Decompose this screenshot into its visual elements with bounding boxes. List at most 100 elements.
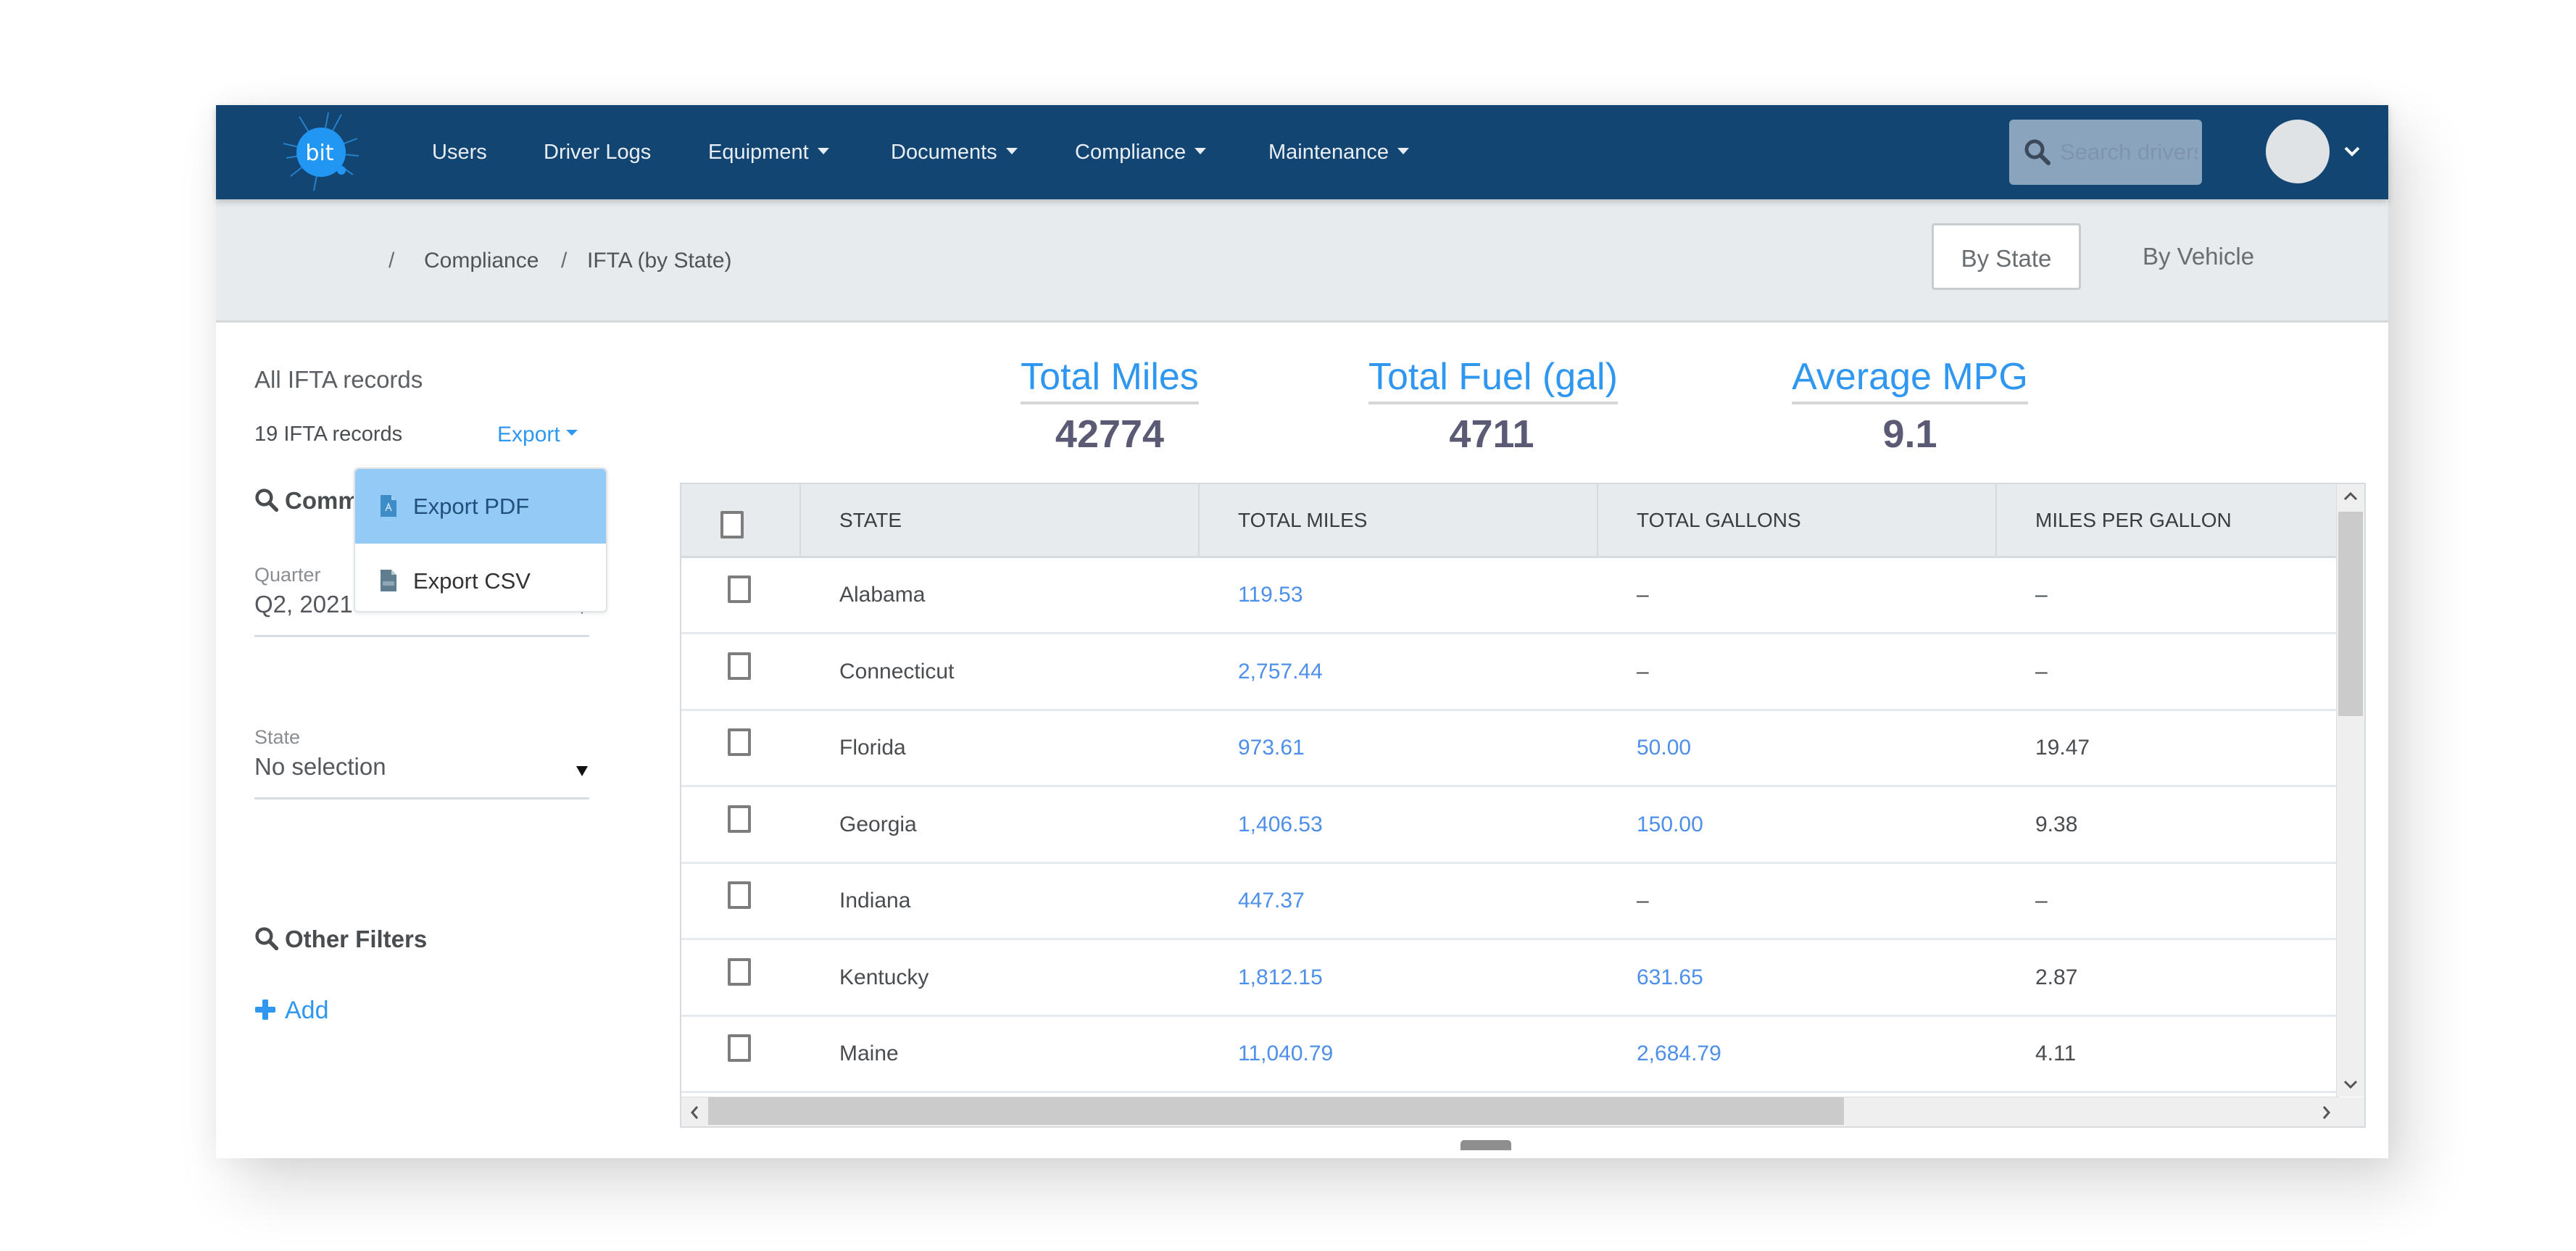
cell-total-gallons[interactable]: 150.00 — [1637, 788, 1703, 862]
cell-total-miles[interactable]: 1,812.15 — [1238, 941, 1323, 1015]
bit-logo[interactable]: bit — [278, 111, 365, 194]
row-checkbox[interactable] — [728, 957, 751, 986]
cell-total-miles[interactable]: 11,040.79 — [1238, 1017, 1333, 1091]
plus-icon — [255, 999, 275, 1021]
cell-total-gallons: – — [1637, 583, 1649, 607]
nav-compliance[interactable]: Compliance — [1075, 105, 1207, 199]
row-checkbox[interactable] — [728, 1034, 751, 1062]
caret-down-icon — [1194, 147, 1207, 154]
row-checkbox[interactable] — [728, 805, 751, 833]
nav-users-label: Users — [432, 141, 487, 164]
scroll-left-icon[interactable] — [690, 1105, 699, 1120]
stat-value: 42774 — [1055, 412, 1165, 456]
nav-documents[interactable]: Documents — [891, 105, 1018, 199]
chevron-down-icon[interactable] — [2343, 145, 2361, 158]
cell-total-miles[interactable]: 973.61 — [1238, 711, 1305, 785]
quarter-value: Q2, 2021 — [254, 591, 353, 618]
table-row[interactable]: Indiana 447.37 – – — [681, 864, 2340, 940]
scroll-down-icon[interactable] — [2343, 1079, 2358, 1089]
vertical-scrollbar[interactable] — [2336, 484, 2364, 1097]
stat-value: 9.1 — [1882, 412, 1937, 456]
export-button[interactable]: Export — [497, 423, 578, 447]
nav-equipment[interactable]: Equipment — [708, 105, 829, 199]
cell-state: Georgia — [839, 812, 917, 836]
by-state-button[interactable]: By State — [1932, 223, 2081, 290]
export-pdf-item[interactable]: Export PDF — [355, 469, 606, 544]
state-label: State — [254, 726, 301, 748]
table-row[interactable]: Alabama 119.53 – – — [681, 558, 2340, 634]
cell-state: Kentucky — [839, 965, 929, 989]
stat-total-miles: Total Miles 42774 — [1015, 355, 1204, 457]
cell-mpg: – — [2035, 583, 2048, 607]
state-select[interactable]: No selection — [254, 753, 589, 799]
cell-total-miles[interactable]: 119.53 — [1238, 558, 1303, 632]
scroll-right-icon[interactable] — [2322, 1105, 2331, 1120]
top-navbar: bit Users Driver Logs Equipment Document… — [216, 105, 2388, 199]
column-divider — [1597, 484, 1598, 557]
table-row[interactable]: Georgia 1,406.53 150.00 9.38 — [681, 788, 2340, 864]
cell-total-miles[interactable]: 447.37 — [1238, 864, 1305, 938]
breadcrumb-separator: / — [561, 249, 568, 273]
cell-total-gallons: – — [1637, 659, 1649, 683]
user-avatar[interactable] — [2266, 120, 2330, 183]
cell-total-miles[interactable]: 1,406.53 — [1238, 788, 1323, 862]
stat-label: Total Miles — [1021, 355, 1199, 404]
table-row[interactable]: Kentucky 1,812.15 631.65 2.87 — [681, 941, 2340, 1017]
table-row[interactable]: Florida 973.61 50.00 19.47 — [681, 711, 2340, 787]
select-all-checkbox[interactable] — [720, 511, 744, 539]
column-header-mpg[interactable]: MILES PER GALLON — [2035, 484, 2232, 557]
by-vehicle-button[interactable]: By Vehicle — [2108, 223, 2289, 290]
cell-state: Alabama — [839, 583, 926, 607]
scrollbar-corner — [2337, 1097, 2364, 1126]
vertical-scroll-thumb[interactable] — [2338, 512, 2363, 716]
cell-total-gallons[interactable]: 631.65 — [1637, 941, 1703, 1015]
row-checkbox[interactable] — [728, 652, 751, 680]
cell-state: Florida — [839, 736, 906, 760]
stat-label: Total Fuel (gal) — [1368, 355, 1618, 404]
scroll-up-icon[interactable] — [2343, 491, 2358, 502]
search-icon — [255, 489, 279, 512]
ifta-table: STATE TOTAL MILES TOTAL GALLONS MILES PE… — [680, 483, 2366, 1128]
cell-total-gallons[interactable]: 50.00 — [1637, 711, 1691, 785]
cell-state: Indiana — [839, 889, 911, 913]
caret-down-icon — [1397, 147, 1410, 154]
search-input[interactable] — [2060, 120, 2198, 185]
nav-driver-logs[interactable]: Driver Logs — [544, 105, 651, 199]
nav-maintenance[interactable]: Maintenance — [1268, 105, 1410, 199]
nav-driver-logs-label: Driver Logs — [544, 141, 652, 164]
row-checkbox[interactable] — [728, 881, 751, 909]
nav-users[interactable]: Users — [432, 105, 487, 199]
stat-value: 4711 — [1449, 412, 1534, 456]
stat-total-fuel: Total Fuel (gal) 4711 — [1368, 355, 1618, 457]
column-header-total-miles[interactable]: TOTAL MILES — [1238, 484, 1367, 557]
row-checkbox[interactable] — [728, 728, 751, 756]
table-row[interactable]: Connecticut 2,757.44 – – — [681, 635, 2340, 711]
caret-down-icon — [1005, 147, 1018, 154]
breadcrumb-bar: / Compliance / IFTA (by State) By State … — [216, 199, 2388, 323]
horizontal-scroll-thumb[interactable] — [708, 1097, 1844, 1125]
svg-text:bit: bit — [305, 141, 333, 166]
search-icon — [255, 927, 279, 951]
add-label: Add — [285, 997, 329, 1024]
global-search[interactable] — [2009, 120, 2202, 185]
caret-down-icon — [817, 147, 829, 154]
csv-file-icon — [381, 570, 396, 591]
add-filter-button[interactable]: Add — [254, 997, 329, 1025]
nav-maintenance-label: Maintenance — [1268, 141, 1389, 164]
export-csv-label: Export CSV — [413, 568, 531, 594]
stat-label: Average MPG — [1792, 355, 2028, 404]
column-header-state[interactable]: STATE — [839, 484, 902, 557]
breadcrumb-separator: / — [389, 249, 395, 273]
horizontal-scrollbar[interactable] — [681, 1097, 2340, 1126]
row-checkbox[interactable] — [728, 575, 751, 603]
cell-total-miles[interactable]: 2,757.44 — [1238, 635, 1323, 709]
column-header-total-gallons[interactable]: TOTAL GALLONS — [1637, 484, 1801, 557]
breadcrumb-compliance[interactable]: Compliance — [424, 199, 539, 323]
export-menu: Export PDF Export CSV — [354, 467, 607, 612]
cell-total-gallons[interactable]: 2,684.79 — [1637, 1017, 1721, 1091]
table-row[interactable]: Maine 11,040.79 2,684.79 4.11 — [681, 1017, 2340, 1093]
bottom-drawer-handle[interactable] — [1461, 1140, 1511, 1150]
export-csv-item[interactable]: Export CSV — [355, 544, 606, 618]
column-divider — [1198, 484, 1200, 557]
table-header: STATE TOTAL MILES TOTAL GALLONS MILES PE… — [681, 484, 2340, 558]
